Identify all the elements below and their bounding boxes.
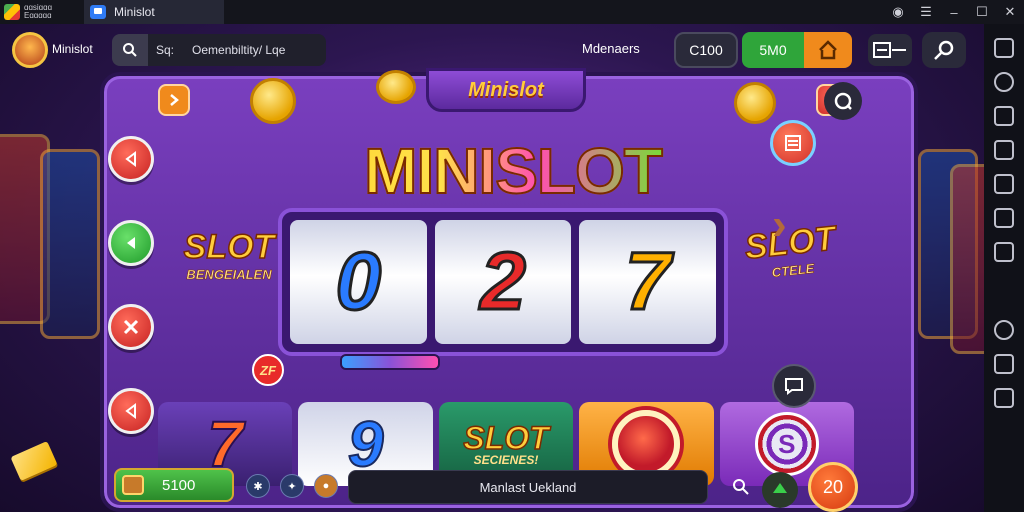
background-slot-cabinet xyxy=(950,164,984,354)
emulator-brand: ɑɑsiɑɑɑ Eɑɑɑɑɑ xyxy=(0,0,80,24)
reel-1: 0 xyxy=(290,220,427,344)
list-menu-icon xyxy=(873,42,906,58)
location-icon[interactable] xyxy=(994,320,1014,340)
tools-button[interactable] xyxy=(108,304,154,350)
right-promo-title: SLOT xyxy=(742,219,838,268)
left-promo: SLOT BENGEIALEN xyxy=(174,228,284,282)
list-icon xyxy=(785,135,801,151)
tools-icon xyxy=(123,319,139,335)
home-icon[interactable] xyxy=(994,354,1014,374)
banner-plaque: Minislot xyxy=(426,68,586,112)
casino-chip-icon: S xyxy=(754,412,819,476)
help-icon xyxy=(834,92,852,110)
app-tab[interactable]: Minislot xyxy=(84,0,224,24)
list-menu-button[interactable] xyxy=(868,34,912,66)
arrow-left-icon xyxy=(125,403,136,419)
next-chevron-icon[interactable]: › xyxy=(772,200,787,250)
emulator-logo-icon xyxy=(4,4,20,20)
header-label: Mdenaers xyxy=(582,41,640,56)
shuffle-mini-button[interactable]: ✱ xyxy=(246,474,270,498)
camera-icon[interactable] xyxy=(994,140,1014,160)
maximize-icon[interactable]: ☐ xyxy=(968,4,996,20)
play-back-button[interactable] xyxy=(108,220,154,266)
game-viewport: Minislot Sq: Oemenbiltity/ Lqe Mdenaers … xyxy=(0,24,984,512)
coin-balance[interactable]: C100 xyxy=(674,32,738,68)
gift-button[interactable] xyxy=(804,32,852,68)
files-icon[interactable] xyxy=(994,242,1014,262)
coin-decoration xyxy=(734,82,776,124)
coin-decoration xyxy=(250,78,296,124)
back-icon[interactable] xyxy=(994,388,1014,408)
reel-symbol: 2 xyxy=(479,235,528,329)
emulator-sidebar xyxy=(984,24,1024,512)
left-promo-title: SLOT xyxy=(183,228,275,266)
paytable-button[interactable] xyxy=(770,120,816,166)
tile-title: SLOT xyxy=(463,420,550,456)
deposit-button[interactable]: 5M0 xyxy=(742,32,804,68)
reel-2: 2 xyxy=(434,220,572,344)
rotate-icon[interactable] xyxy=(994,72,1014,92)
tile-badge: ZF xyxy=(252,354,284,386)
screenshot-icon[interactable] xyxy=(994,106,1014,126)
game-logo-title: MINISLOT xyxy=(268,134,758,208)
balance-value: 5100 xyxy=(162,476,196,494)
coin-decoration xyxy=(376,70,416,104)
tile-subtitle: SECIENES! xyxy=(473,453,539,467)
zoom-button[interactable] xyxy=(726,472,756,502)
reel-3: 7 xyxy=(579,220,717,344)
gift-icon xyxy=(819,40,837,60)
menu-icon[interactable]: ☰ xyxy=(912,4,940,20)
treasure-chest-icon xyxy=(122,475,144,495)
bet-spin-button[interactable]: 20 xyxy=(808,462,858,512)
key-icon xyxy=(934,40,954,60)
search-input[interactable]: Sq: Oemenbiltity/ Lqe xyxy=(148,34,326,66)
bonus-button[interactable]: ● xyxy=(314,474,338,498)
account-icon[interactable]: ◉ xyxy=(884,4,912,20)
arrow-left-icon xyxy=(125,151,136,167)
minimize-icon[interactable]: – xyxy=(940,5,968,20)
chat-icon xyxy=(785,378,803,395)
bet-up-button[interactable] xyxy=(762,472,798,508)
search-button[interactable] xyxy=(112,34,148,66)
multi-instance-icon[interactable] xyxy=(994,174,1014,194)
left-arrow-button[interactable] xyxy=(108,136,154,182)
macro-icon[interactable] xyxy=(994,208,1014,228)
app-tab-title: Minislot xyxy=(114,5,155,19)
autoplay-button[interactable]: ✦ xyxy=(280,474,304,498)
help-button[interactable] xyxy=(824,82,862,120)
app-tab-icon xyxy=(90,5,106,19)
settings-button[interactable] xyxy=(922,32,966,68)
arrow-left-icon xyxy=(127,237,135,249)
brand-line-2: Eɑɑɑɑɑ xyxy=(24,11,52,20)
keyboard-icon[interactable] xyxy=(994,38,1014,58)
background-slot-cabinet xyxy=(40,149,100,339)
chevron-icon xyxy=(170,94,179,106)
chat-button[interactable] xyxy=(772,364,816,408)
reel-window: 0 2 7 xyxy=(278,208,728,356)
search-prefix: Sq: xyxy=(156,43,175,57)
avatar[interactable] xyxy=(12,32,48,68)
arrow-up-icon xyxy=(773,483,787,493)
close-icon[interactable]: ✕ xyxy=(996,4,1024,20)
window-controls: ◉ ☰ – ☐ ✕ xyxy=(884,0,1024,24)
search-value: Oemenbiltity/ Lqe xyxy=(192,43,286,57)
profile-name: Minislot xyxy=(52,42,93,56)
back-arrow-button[interactable] xyxy=(158,84,190,116)
reel-symbol: 7 xyxy=(623,235,672,329)
magnifier-icon xyxy=(733,479,749,495)
search-icon xyxy=(123,43,137,57)
reel-symbol: 0 xyxy=(334,235,383,329)
status-message: Manlast Uekland xyxy=(348,470,708,504)
emulator-title-bar: ɑɑsiɑɑɑ Eɑɑɑɑɑ Minislot ◉ ☰ – ☐ ✕ xyxy=(0,0,1024,24)
prev-button[interactable] xyxy=(108,388,154,434)
left-promo-subtitle: BENGEIALEN xyxy=(186,267,272,282)
balance-display[interactable]: 5100 xyxy=(114,468,234,502)
reel-handle-bar[interactable] xyxy=(340,354,440,370)
gold-bar-decoration xyxy=(10,440,58,482)
roulette-icon xyxy=(612,410,681,478)
